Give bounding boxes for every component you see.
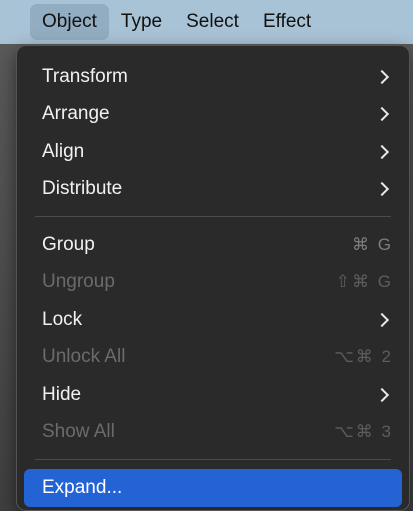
menu-item-ungroup: Ungroup ⇧⌘ G bbox=[24, 264, 402, 302]
chevron-right-icon bbox=[374, 312, 390, 327]
chevron-right-icon bbox=[374, 387, 390, 402]
menubar-item-type[interactable]: Type bbox=[109, 4, 174, 40]
menu-item-label: Transform bbox=[42, 65, 128, 87]
shortcut-label: ⌘ G bbox=[352, 234, 393, 254]
shortcut-label: ⌥⌘ 2 bbox=[334, 347, 393, 367]
menu-item-label: Show All bbox=[42, 421, 115, 443]
shortcut-label: ⌥⌘ 3 bbox=[334, 422, 393, 442]
menu-item-transform[interactable]: Transform bbox=[24, 58, 402, 96]
menubar-item-effect[interactable]: Effect bbox=[251, 4, 323, 40]
menu-item-distribute[interactable]: Distribute bbox=[24, 171, 402, 209]
chevron-right-icon bbox=[374, 107, 390, 122]
menu-separator bbox=[35, 459, 391, 460]
shortcut-label: ⇧⌘ G bbox=[335, 272, 393, 292]
menu-item-label: Distribute bbox=[42, 178, 123, 200]
menu-item-label: Ungroup bbox=[42, 271, 115, 293]
menu-item-label: Unlock All bbox=[42, 346, 126, 368]
object-dropdown-menu: Transform Arrange Align Distribute Group… bbox=[16, 45, 410, 511]
menu-item-align[interactable]: Align bbox=[24, 133, 402, 171]
menu-separator bbox=[35, 216, 391, 217]
menu-item-hide[interactable]: Hide bbox=[24, 376, 402, 414]
chevron-right-icon bbox=[374, 144, 390, 159]
menu-item-label: Arrange bbox=[42, 103, 110, 125]
menubar-item-object[interactable]: Object bbox=[30, 4, 109, 40]
menu-item-label: Group bbox=[42, 233, 95, 255]
chevron-right-icon bbox=[374, 69, 390, 84]
menu-bar: Object Type Select Effect bbox=[0, 0, 413, 44]
menu-item-show-all: Show All ⌥⌘ 3 bbox=[24, 414, 402, 452]
menu-item-expand[interactable]: Expand... bbox=[24, 469, 402, 507]
menu-item-label: Expand... bbox=[42, 476, 123, 498]
menu-item-arrange[interactable]: Arrange bbox=[24, 96, 402, 134]
menu-item-unlock-all: Unlock All ⌥⌘ 2 bbox=[24, 339, 402, 377]
menu-item-label: Align bbox=[42, 140, 85, 162]
menu-item-group[interactable]: Group ⌘ G bbox=[24, 226, 402, 264]
menu-item-lock[interactable]: Lock bbox=[24, 301, 402, 339]
menu-item-label: Lock bbox=[42, 308, 83, 330]
menu-item-label: Hide bbox=[42, 383, 82, 405]
menubar-item-select[interactable]: Select bbox=[174, 4, 251, 40]
chevron-right-icon bbox=[374, 182, 390, 197]
